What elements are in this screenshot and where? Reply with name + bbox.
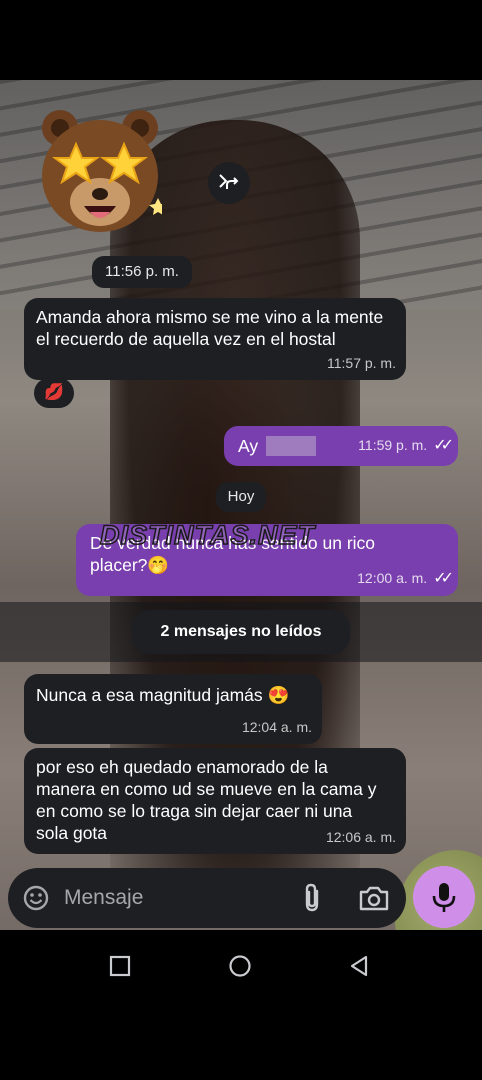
message-time: 12:00 a. m. ✓✓ [357, 567, 454, 590]
message-time: 12:04 a. m. [241, 719, 312, 735]
message-bubble-incoming[interactable]: por eso eh quedado enamorado de la maner… [24, 748, 406, 854]
square-icon[interactable] [108, 954, 132, 978]
message-reaction[interactable]: 💋 [34, 378, 74, 408]
double-check-icon: ✓✓ [433, 437, 454, 454]
redacted-text [266, 436, 316, 456]
message-text: Nunca a esa magnitud jamás 😍 [36, 685, 290, 705]
emoji-icon[interactable] [22, 884, 50, 912]
mic-button[interactable] [413, 866, 475, 928]
bear-star-eyes-sticker[interactable] [38, 98, 162, 238]
day-divider: Hoy [216, 482, 266, 512]
message-text: Amanda ahora mismo se me vino a la mente… [36, 307, 384, 349]
message-text: Ay [238, 436, 259, 456]
forward-button[interactable] [208, 162, 250, 204]
double-check-icon: ✓✓ [433, 570, 454, 587]
chat-screen: 11:56 p. m. Amanda ahora mismo se me vin… [0, 80, 482, 1000]
back-triangle-icon[interactable] [347, 954, 371, 978]
circle-icon[interactable] [228, 954, 252, 978]
message-time: 11:59 p. m. ✓✓ [358, 434, 454, 457]
camera-icon[interactable] [358, 884, 390, 912]
message-input[interactable]: Mensaje [64, 886, 143, 910]
message-bubble-incoming[interactable]: Nunca a esa magnitud jamás 😍 12:04 a. m. [24, 674, 322, 744]
message-bubble-outgoing[interactable]: Ay 11:59 p. m. ✓✓ [224, 426, 458, 466]
forward-icon [219, 174, 239, 189]
system-nav-bar [0, 930, 482, 1000]
message-bubble-incoming[interactable]: Amanda ahora mismo se me vino a la mente… [24, 298, 406, 380]
message-composer[interactable]: Mensaje [8, 868, 406, 928]
paperclip-icon[interactable] [299, 882, 325, 914]
sticker-timestamp: 11:56 p. m. [92, 256, 192, 288]
message-time: 11:57 p. m. [326, 355, 396, 371]
unread-banner: 2 mensajes no leídos [132, 610, 350, 654]
watermark: DISTINTAS.NET [99, 519, 315, 551]
mic-icon [432, 883, 456, 912]
message-time: 12:06 a. m. [325, 829, 396, 845]
